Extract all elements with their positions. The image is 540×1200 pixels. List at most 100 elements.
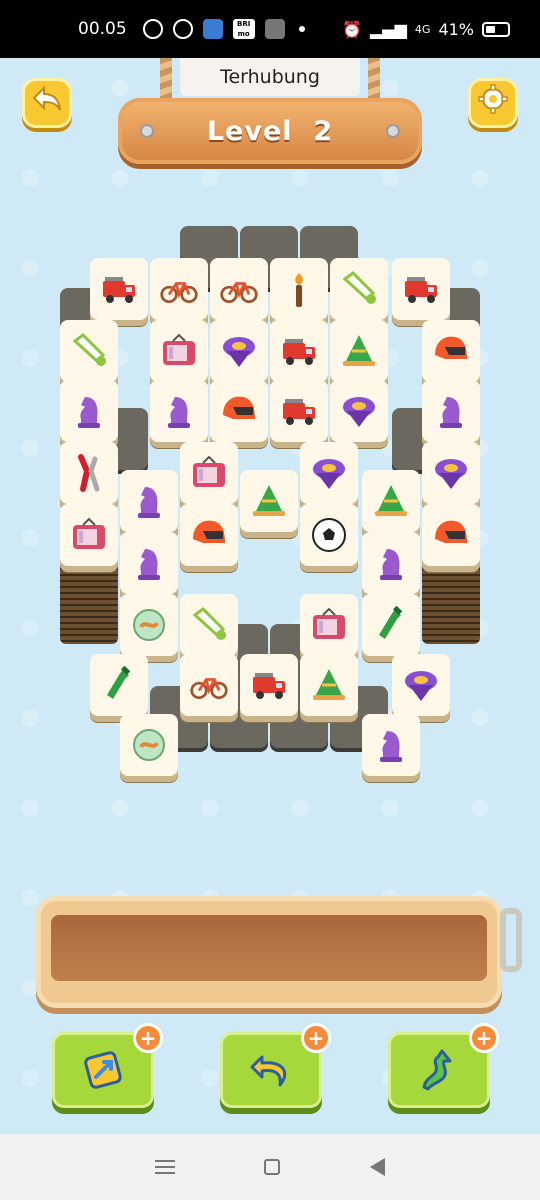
chess-knight-icon xyxy=(371,543,411,583)
shuffle-button[interactable]: + xyxy=(52,1023,163,1108)
spinning-top-icon xyxy=(339,391,379,431)
tile-marble[interactable] xyxy=(120,594,178,656)
bicycle-icon xyxy=(159,269,199,309)
marble-icon xyxy=(129,605,169,645)
tile-shuttlecock[interactable] xyxy=(330,258,388,320)
spinning-top-icon xyxy=(401,665,441,705)
shuffle-icon xyxy=(79,1046,127,1094)
tile-chess-knight[interactable] xyxy=(120,470,178,532)
back-button[interactable] xyxy=(22,78,72,128)
nail-left xyxy=(140,124,154,138)
tile-tray xyxy=(36,896,502,1008)
tile-chess-knight[interactable] xyxy=(422,380,480,442)
battery-percent: 41% xyxy=(438,19,474,39)
back-nav-button[interactable] xyxy=(370,1158,386,1176)
tile-bicycle[interactable] xyxy=(180,654,238,716)
tile-chess-knight[interactable] xyxy=(120,532,178,594)
tile-spinning-top[interactable] xyxy=(300,442,358,504)
cone-hat-icon xyxy=(339,331,379,371)
chess-knight-icon xyxy=(431,391,471,431)
add-magic-button[interactable]: + xyxy=(469,1023,499,1053)
status-bar: 00.05 BRI mo ⏰ ▂▄▆ 4G 41% xyxy=(0,0,540,58)
add-shuffle-button[interactable]: + xyxy=(133,1023,163,1053)
gear-icon xyxy=(478,84,508,122)
tile-torch[interactable] xyxy=(270,258,328,320)
recent-apps-button[interactable] xyxy=(154,1160,175,1174)
undo-button[interactable]: + xyxy=(220,1023,331,1108)
magic-button[interactable]: + xyxy=(388,1023,499,1108)
tile-pliers[interactable] xyxy=(60,442,118,504)
fire-truck-icon xyxy=(99,269,139,309)
tile-spinning-top[interactable] xyxy=(330,380,388,442)
tile-chess-knight[interactable] xyxy=(150,380,208,442)
bottle-icon xyxy=(99,665,139,705)
tile-fire-truck[interactable] xyxy=(270,380,328,442)
marble-icon xyxy=(129,725,169,765)
shuttlecock-icon xyxy=(189,605,229,645)
tile-fire-truck[interactable] xyxy=(392,258,450,320)
tile-helmet[interactable] xyxy=(422,504,480,566)
tile-shuttlecock[interactable] xyxy=(60,320,118,382)
tile-cone-hat[interactable] xyxy=(240,470,298,532)
tile-helmet[interactable] xyxy=(180,504,238,566)
spinning-top-icon xyxy=(309,453,349,493)
fire-truck-icon xyxy=(279,391,319,431)
home-button[interactable] xyxy=(264,1159,281,1175)
more-notifications-dot xyxy=(298,26,305,32)
tile-fire-truck[interactable] xyxy=(240,654,298,716)
helmet-icon xyxy=(219,391,259,431)
settings-button[interactable] xyxy=(468,78,518,128)
game-area: Level 2 Terhubung + + + xyxy=(0,58,540,1134)
tv-icon xyxy=(159,331,199,371)
bicycle-icon xyxy=(219,269,259,309)
tile-bicycle[interactable] xyxy=(210,258,268,320)
level-number: 2 xyxy=(313,115,334,147)
level-board: Level 2 xyxy=(118,98,422,164)
tile-chess-knight[interactable] xyxy=(362,532,420,594)
soccer-ball-icon xyxy=(309,515,349,555)
tv-icon xyxy=(69,515,109,555)
tile-tv[interactable] xyxy=(150,320,208,382)
tile-soccer-ball[interactable] xyxy=(300,504,358,566)
tile-spinning-top[interactable] xyxy=(392,654,450,716)
tile-helmet[interactable] xyxy=(210,380,268,442)
add-undo-button[interactable]: + xyxy=(301,1023,331,1053)
tile-cone-hat[interactable] xyxy=(362,470,420,532)
tile-shuttlecock[interactable] xyxy=(180,594,238,656)
cone-hat-icon xyxy=(249,481,289,521)
tile-tv[interactable] xyxy=(180,442,238,504)
tile-chess-knight[interactable] xyxy=(60,380,118,442)
shuttlecock-icon xyxy=(339,269,379,309)
fire-truck-icon xyxy=(401,269,441,309)
tile-tv[interactable] xyxy=(300,594,358,656)
network-type: 4G xyxy=(414,22,431,36)
chess-knight-icon xyxy=(371,725,411,765)
tile-marble[interactable] xyxy=(120,714,178,776)
undo-icon xyxy=(247,1046,295,1094)
cone-hat-icon xyxy=(371,481,411,521)
helmet-icon xyxy=(189,515,229,555)
tv-icon xyxy=(189,453,229,493)
tile-chess-knight[interactable] xyxy=(362,714,420,776)
tile-fire-truck[interactable] xyxy=(270,320,328,382)
tile-bicycle[interactable] xyxy=(150,258,208,320)
connection-toast: Terhubung xyxy=(180,58,360,96)
chess-knight-icon xyxy=(129,543,169,583)
facebook-icon xyxy=(172,19,193,39)
level-label: Level xyxy=(206,115,293,147)
level-title: Level 2 xyxy=(207,116,333,147)
tile-bottle[interactable] xyxy=(90,654,148,716)
tile-bottle[interactable] xyxy=(362,594,420,656)
battery-icon xyxy=(482,21,510,37)
tile-cone-hat[interactable] xyxy=(330,320,388,382)
tile-tv[interactable] xyxy=(60,504,118,566)
bottle-icon xyxy=(371,605,411,645)
settings-notification-icon xyxy=(264,19,285,39)
tile-cone-hat[interactable] xyxy=(300,654,358,716)
tile-helmet[interactable] xyxy=(422,320,480,382)
tile-spinning-top[interactable] xyxy=(422,442,480,504)
bicycle-icon xyxy=(189,665,229,705)
tile-spinning-top[interactable] xyxy=(210,320,268,382)
tile-fire-truck[interactable] xyxy=(90,258,148,320)
chess-knight-icon xyxy=(129,481,169,521)
